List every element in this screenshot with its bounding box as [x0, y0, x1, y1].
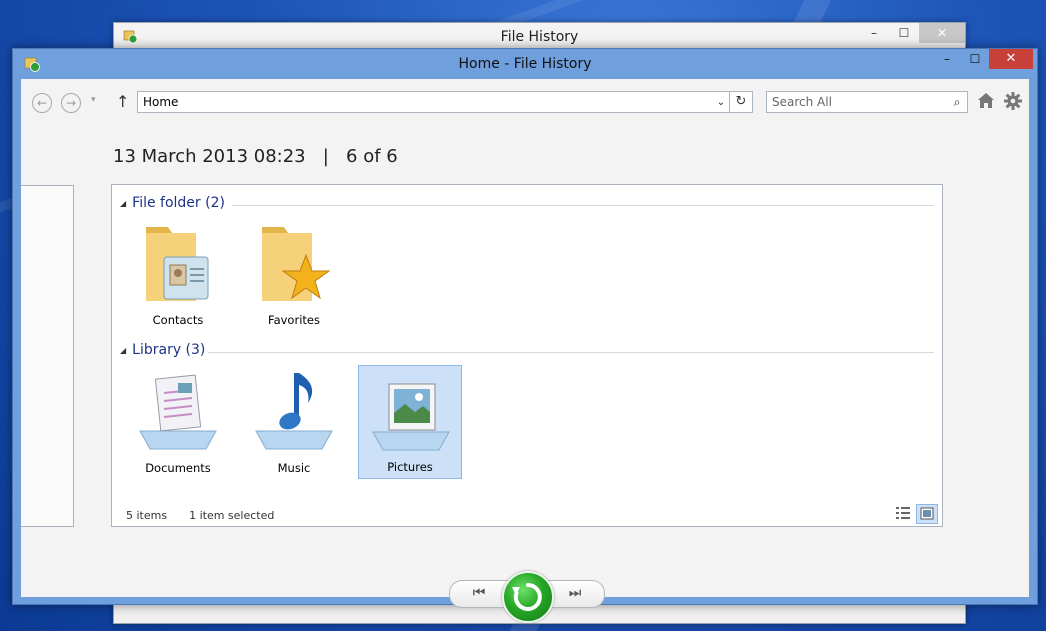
- restore-button[interactable]: [502, 571, 554, 623]
- collapse-triangle-icon[interactable]: ◢: [120, 199, 126, 208]
- previous-icon: ⏮: [472, 585, 486, 601]
- search-box[interactable]: Search All ⌕: [766, 91, 968, 113]
- documents-library-icon: [139, 374, 217, 450]
- pictures-library-icon: [372, 383, 450, 451]
- item-count: 5 items: [126, 509, 168, 522]
- up-button[interactable]: ↑: [116, 92, 129, 111]
- group-label: File folder (2): [132, 195, 225, 211]
- settings-gear-icon[interactable]: [1003, 91, 1023, 111]
- navigation-toolbar: ← → ▾ ↑ Home ⌄ ↻ Search All ⌕: [21, 89, 1029, 115]
- group-header-file-folder[interactable]: ◢ File folder (2): [120, 195, 225, 211]
- window-titlebar[interactable]: Home - File History – ☐ ✕: [13, 49, 1037, 79]
- next-icon: ⏭: [568, 585, 582, 601]
- file-view-panel[interactable]: ◢ File folder (2) Contacts Favorites ◢ L…: [111, 184, 943, 527]
- home-icon[interactable]: [976, 91, 996, 111]
- large-icons-view-button[interactable]: [916, 504, 938, 524]
- status-bar: 5 items 1 item selected: [126, 509, 274, 522]
- group-header-library[interactable]: ◢ Library (3): [120, 342, 205, 358]
- group-label: Library (3): [132, 342, 206, 358]
- item-label: Music: [277, 461, 311, 475]
- snapshot-header: 13 March 2013 08:23 | 6 of 6: [113, 146, 398, 167]
- address-bar[interactable]: Home ⌄ ↻: [137, 91, 753, 113]
- item-label: Favorites: [268, 313, 320, 327]
- item-label: Documents: [145, 461, 211, 475]
- maximize-button[interactable]: ☐: [961, 49, 989, 69]
- background-maximize-button[interactable]: ☐: [889, 23, 919, 43]
- item-contacts[interactable]: Contacts: [126, 217, 230, 331]
- previous-version-button[interactable]: ⏮: [449, 580, 509, 608]
- collapse-triangle-icon[interactable]: ◢: [120, 346, 126, 355]
- music-library-icon: [255, 373, 333, 450]
- background-window-title: File History: [500, 29, 579, 45]
- search-input[interactable]: Search All: [767, 95, 947, 109]
- large-icons-view-icon: [920, 507, 934, 520]
- item-favorites[interactable]: Favorites: [242, 217, 346, 331]
- next-version-button[interactable]: ⏭: [545, 580, 605, 608]
- group-divider: [208, 352, 934, 353]
- item-documents[interactable]: Documents: [126, 365, 230, 479]
- previous-snapshot-peek[interactable]: [21, 185, 74, 527]
- snapshot-position: 6 of 6: [346, 146, 398, 167]
- background-minimize-button[interactable]: –: [859, 23, 889, 43]
- restore-arrow-icon: [512, 583, 542, 611]
- refresh-button[interactable]: ↻: [729, 92, 752, 112]
- contacts-folder-icon: [146, 227, 209, 301]
- item-music[interactable]: Music: [242, 365, 346, 479]
- playback-controls: ⏮ ⏭: [449, 571, 605, 623]
- window-title: Home - File History: [458, 56, 592, 72]
- forward-button[interactable]: →: [61, 93, 81, 113]
- search-icon[interactable]: ⌕: [947, 95, 967, 110]
- minimize-button[interactable]: –: [933, 49, 961, 69]
- snapshot-date: 13 March 2013 08:23: [113, 146, 306, 167]
- background-close-button[interactable]: ✕: [919, 23, 965, 43]
- recent-locations-dropdown[interactable]: ▾: [91, 95, 96, 105]
- close-button[interactable]: ✕: [989, 49, 1033, 69]
- address-text[interactable]: Home: [138, 95, 712, 109]
- group-divider: [232, 205, 934, 206]
- back-button[interactable]: ←: [32, 93, 52, 113]
- window-client-area: ← → ▾ ↑ Home ⌄ ↻ Search All ⌕ 13 March 2…: [21, 79, 1029, 623]
- file-history-window[interactable]: Home - File History – ☐ ✕ ← → ▾ ↑ Home ⌄…: [12, 48, 1038, 623]
- header-separator: |: [322, 146, 329, 167]
- address-dropdown-icon[interactable]: ⌄: [712, 96, 729, 108]
- favorites-folder-icon: [262, 227, 331, 301]
- background-titlebar[interactable]: File History – ☐ ✕: [114, 23, 965, 49]
- item-label: Contacts: [152, 313, 204, 327]
- selection-count: 1 item selected: [189, 509, 275, 522]
- details-view-icon[interactable]: [894, 504, 912, 522]
- item-label: Pictures: [387, 460, 433, 474]
- item-pictures[interactable]: Pictures: [358, 365, 462, 479]
